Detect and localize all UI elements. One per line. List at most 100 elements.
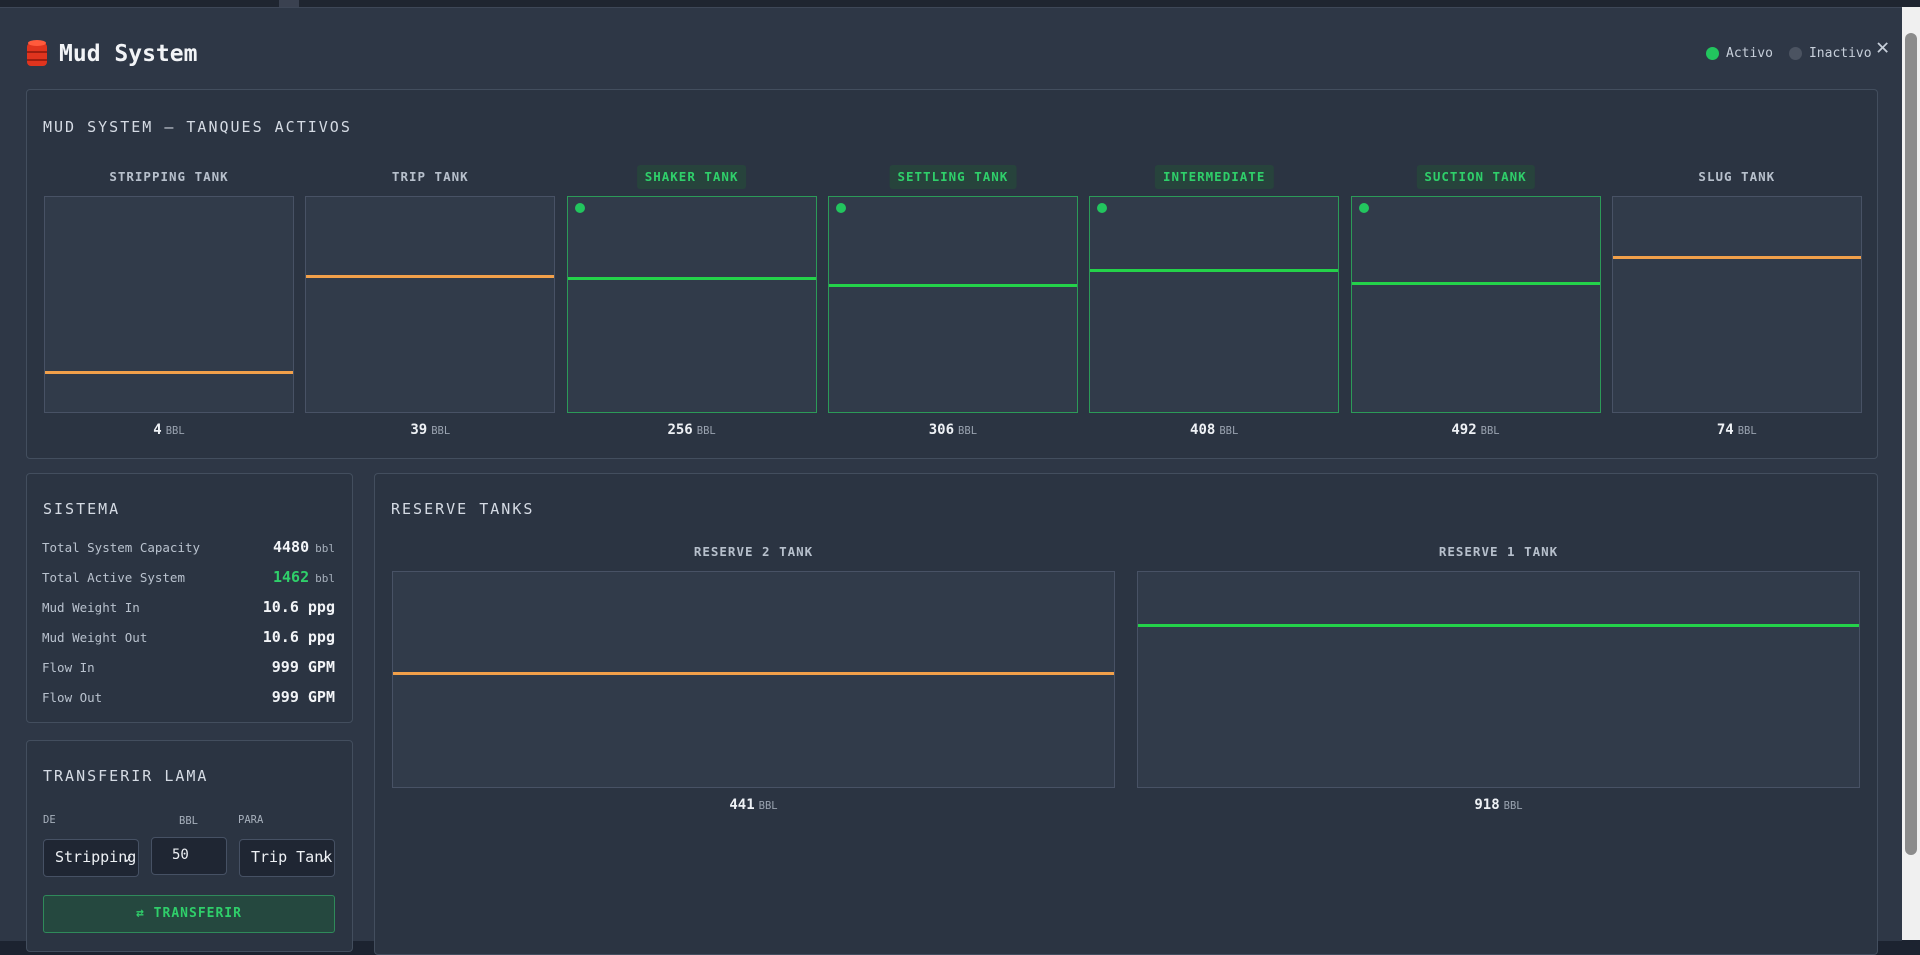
stat-row: Flow In 999 GPM (42, 657, 335, 676)
transfer-title: TRANSFERIR LAMA (43, 767, 209, 785)
tank-label: SUCTION TANK (1416, 165, 1535, 189)
legend-inactive: Inactivo (1788, 46, 1872, 61)
stat-value: 999 GPM (271, 688, 335, 706)
active-tanks-title: MUD SYSTEM — TANQUES ACTIVOS (43, 118, 352, 136)
stat-label: Mud Weight Out (42, 630, 148, 645)
tank-level-line (45, 370, 293, 374)
tank-volume: 39 BBL (305, 422, 555, 438)
tank-gauge[interactable] (827, 196, 1078, 413)
tank-volume-unit: BBL (1219, 425, 1239, 437)
tank-volume-unit: BBL (165, 425, 185, 437)
reserve-tank-gauge[interactable] (1137, 571, 1860, 788)
stat-label: Flow In (42, 660, 95, 675)
tank-volume-unit: BBL (958, 425, 978, 437)
transfer-amount-input[interactable]: 50 (151, 837, 227, 875)
tank-label: SHAKER TANK (636, 165, 747, 189)
transfer-amount-value: 50 (172, 847, 189, 863)
tank-volume-unit: BBL (431, 425, 451, 437)
tank-gauge[interactable] (566, 196, 817, 413)
stat-label: Total System Capacity (42, 540, 201, 555)
stat-row: Mud Weight In 10.6 ppg (42, 597, 335, 616)
scrollbar-thumb[interactable] (1905, 33, 1917, 855)
reserve-tank-volume: 441 BBL (392, 797, 1115, 813)
tank-level-line (1612, 255, 1861, 259)
tank-level-line (567, 277, 816, 281)
tank-volume: 4 BBL (44, 422, 294, 438)
legend-inactive-label: Inactivo (1808, 46, 1872, 61)
reserve-tank-volume: 918 BBL (1137, 797, 1860, 813)
legend-active: Activo (1706, 46, 1773, 61)
stat-unit: bbl (315, 542, 335, 555)
tank-label: SETTLING TANK (889, 165, 1017, 189)
tank-gauge[interactable] (1350, 196, 1601, 413)
reserve-title: RESERVE TANKS (391, 500, 535, 518)
tank-volume: 408 BBL (1089, 422, 1339, 438)
active-tanks-panel: MUD SYSTEM — TANQUES ACTIVOS STRIPPING T… (26, 89, 1878, 459)
tank-volume-value: 74 (1716, 422, 1734, 438)
amount-label: BBL (179, 815, 198, 827)
mud-system-modal: Mud System Activo Inactivo ✕ MUD SYSTEM … (0, 7, 1902, 955)
stat-row: Total System Capacity 4480 bbl (42, 537, 335, 556)
active-dot-icon (574, 203, 585, 213)
tank-level-line (393, 671, 1114, 675)
chevron-down-icon: ✓ (320, 852, 328, 866)
tank-volume-unit: BBL (758, 800, 778, 812)
tank-volume-value: 408 (1190, 422, 1216, 438)
stat-row: Flow Out 999 GPM (42, 687, 335, 706)
from-tank-select[interactable]: Stripping ✓ (43, 839, 139, 877)
reserve-tank-label: RESERVE 2 TANK (693, 544, 814, 559)
chevron-down-icon: ✓ (124, 852, 132, 866)
legend-active-label: Activo (1726, 46, 1773, 61)
tank-volume-unit: BBL (696, 425, 716, 437)
vertical-scrollbar[interactable] (1902, 7, 1920, 940)
transfer-button[interactable]: ⇄ TRANSFERIR (43, 895, 335, 933)
tank-gauge[interactable] (1089, 196, 1340, 413)
tank-volume: 256 BBL (567, 422, 817, 438)
tank-label: INTERMEDIATE (1155, 165, 1274, 189)
tank-label: SLUG TANK (1698, 169, 1776, 184)
inactive-dot-icon (1788, 47, 1802, 60)
reserve-tank-gauge[interactable] (392, 571, 1115, 788)
tank-gauge[interactable] (305, 196, 556, 413)
close-icon[interactable]: ✕ (1876, 35, 1889, 60)
to-label: PARA (238, 814, 264, 826)
tank-volume: 306 BBL (828, 422, 1078, 438)
active-dot-icon (835, 203, 846, 213)
stat-row: Total Active System 1462 bbl (42, 567, 335, 586)
stat-value: 4480 (273, 538, 310, 556)
status-legend: Activo Inactivo (1706, 46, 1872, 61)
tank-volume-value: 918 (1474, 797, 1500, 813)
tank-gauge[interactable] (44, 196, 294, 413)
active-dot-icon (1097, 203, 1108, 213)
tank-gauge[interactable] (1611, 196, 1862, 413)
stat-value: 1462 (273, 568, 310, 586)
tank-volume: 492 BBL (1351, 422, 1601, 438)
reserve-tank-label: RESERVE 1 TANK (1438, 544, 1559, 559)
tank-level-line (1351, 281, 1600, 285)
barrel-icon (27, 40, 47, 68)
tank-volume-value: 4 (153, 422, 162, 438)
tank-volume-value: 441 (729, 797, 755, 813)
active-dot-icon (1358, 203, 1369, 213)
to-tank-select[interactable]: Trip Tank ✓ (239, 839, 335, 877)
from-label: DE (43, 814, 56, 826)
tank-volume-value: 39 (410, 422, 428, 438)
tank-volume-unit: BBL (1480, 425, 1500, 437)
stat-unit: bbl (315, 572, 335, 585)
stat-row: Mud Weight Out 10.6 ppg (42, 627, 335, 646)
tank-level-line (1090, 268, 1339, 272)
stat-value: 10.6 ppg (262, 628, 335, 646)
tank-volume-value: 492 (1451, 422, 1477, 438)
stat-label: Mud Weight In (42, 600, 140, 615)
stat-label: Flow Out (42, 690, 103, 705)
modal-title-text: Mud System (59, 41, 198, 67)
tank-volume-unit: BBL (1503, 800, 1523, 812)
tank-volume-value: 256 (667, 422, 693, 438)
tank-label: STRIPPING TANK (109, 169, 229, 184)
stat-value: 999 GPM (271, 658, 335, 676)
tank-level-line (306, 275, 555, 279)
tank-level-line (1138, 624, 1859, 628)
modal-title: Mud System (27, 40, 197, 68)
tank-volume-value: 306 (928, 422, 955, 438)
stat-label: Total Active System (42, 570, 185, 585)
